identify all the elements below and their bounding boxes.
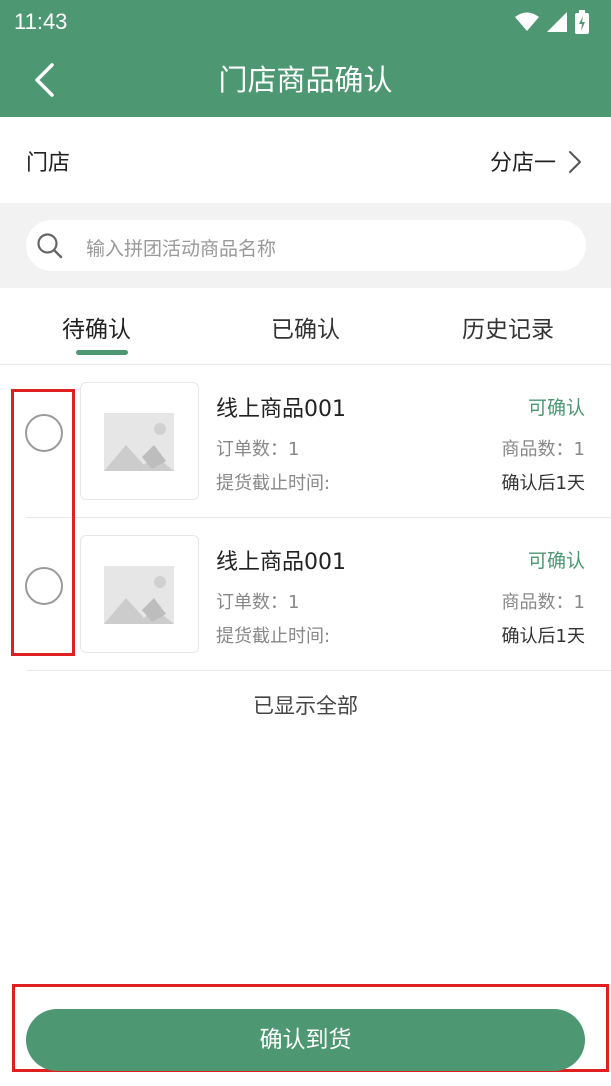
order-count: 订单数：1 [216, 439, 300, 460]
goods-count: 商品数：1 [501, 592, 585, 613]
tab-bar: 待确认 已确认 历史记录 [0, 288, 611, 365]
active-tab-indicator [76, 350, 128, 355]
product-thumbnail [80, 535, 199, 653]
deadline-value: 确认后1天 [501, 473, 585, 494]
confirm-arrival-button[interactable]: 确认到货 [26, 1009, 585, 1071]
image-placeholder-icon [104, 566, 174, 624]
list-item[interactable]: 线上商品001 可确认 订单数：1 商品数：1 提货截止时间: 确认后1天 [0, 365, 611, 518]
status-badge: 可确认 [527, 397, 585, 419]
status-time: 11:43 [14, 9, 68, 34]
signal-icon [547, 12, 567, 32]
product-list: 线上商品001 可确认 订单数：1 商品数：1 提货截止时间: 确认后1天 线上… [0, 365, 611, 671]
store-value: 分店一 [489, 151, 556, 176]
tab-confirmed[interactable]: 已确认 [271, 310, 340, 344]
deadline-label: 提货截止时间: [216, 626, 331, 647]
status-icons [515, 10, 589, 34]
deadline-label: 提货截止时间: [216, 473, 331, 494]
order-count: 订单数：1 [216, 592, 300, 613]
image-placeholder-icon [104, 413, 174, 471]
product-thumbnail [80, 382, 199, 500]
list-item[interactable]: 线上商品001 可确认 订单数：1 商品数：1 提货截止时间: 确认后1天 [0, 518, 611, 671]
chevron-right-icon [569, 151, 581, 173]
page-title: 门店商品确认 [218, 63, 393, 97]
deadline-value: 确认后1天 [501, 626, 585, 647]
tab-pending[interactable]: 待确认 [62, 310, 131, 344]
wifi-icon [515, 12, 539, 31]
tab-history[interactable]: 历史记录 [462, 310, 554, 344]
search-input[interactable]: 输入拼团活动商品名称 [26, 220, 586, 271]
radio-highlight-box [11, 389, 75, 656]
search-band: 输入拼团活动商品名称 [0, 203, 611, 288]
store-label: 门店 [26, 151, 71, 176]
product-name: 线上商品001 [216, 550, 346, 575]
goods-count: 商品数：1 [501, 439, 585, 460]
app-header: 11:43 门店商品确认 [0, 0, 611, 117]
divider [26, 670, 611, 671]
search-placeholder: 输入拼团活动商品名称 [86, 238, 277, 260]
battery-icon [575, 10, 589, 34]
product-name: 线上商品001 [216, 397, 346, 422]
search-icon [37, 233, 63, 259]
list-end-text: 已显示全部 [253, 694, 358, 718]
store-selector[interactable]: 门店 分店一 [0, 117, 611, 203]
status-badge: 可确认 [527, 550, 585, 572]
